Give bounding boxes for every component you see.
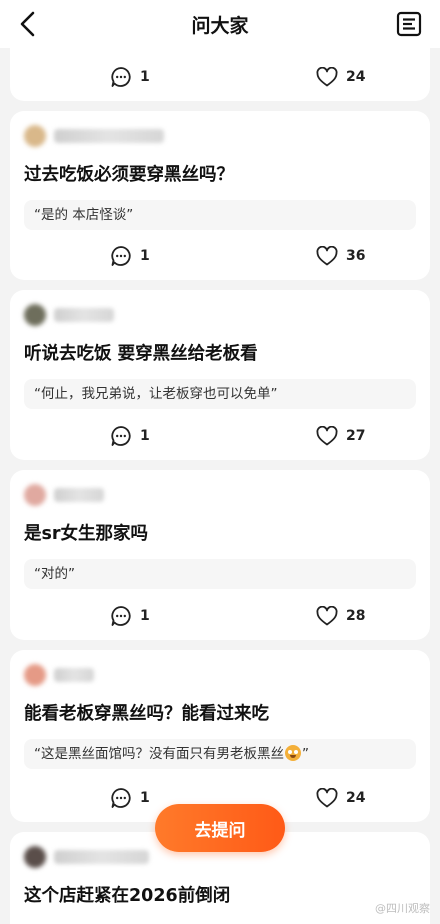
like-action[interactable]: 24 [316, 786, 365, 810]
like-count: 27 [346, 428, 366, 444]
answer-preview: “对的” [24, 559, 416, 589]
comment-count: 1 [140, 790, 150, 806]
answer-preview: “是的 本店怪谈” [24, 200, 416, 230]
watermark: @四川观察 [375, 902, 430, 915]
question-text: 过去吃饭必须要穿黑丝吗？ [24, 165, 234, 185]
heart-icon [316, 67, 338, 87]
card-actions: 1 24 [10, 65, 430, 89]
question-text: 是sr女生那家吗 [24, 524, 149, 544]
user-info [24, 123, 164, 149]
like-action[interactable]: 24 [316, 65, 365, 89]
question-feed[interactable]: 1 24 过去吃饭必须要穿黑丝吗？ “是的 本店怪谈” 1 36 听说去吃饭 要… [0, 48, 440, 924]
avatar [24, 125, 46, 147]
comment-icon [111, 788, 131, 808]
user-info [24, 482, 104, 508]
avatar [24, 664, 46, 686]
menu-button[interactable] [396, 11, 422, 37]
question-card[interactable]: 听说去吃饭 要穿黑丝给老板看 “何止，我兄弟说，让老板穿也可以免单” 1 27 [10, 290, 430, 460]
back-button[interactable] [14, 10, 42, 38]
comment-action[interactable]: 1 [110, 786, 150, 810]
username-blurred [54, 488, 104, 502]
answer-text-end: ” [302, 746, 309, 762]
comment-icon [111, 606, 131, 626]
username-blurred [54, 850, 149, 864]
top-bar: 问大家 [0, 0, 440, 48]
answer-text: “这是黑丝面馆吗？没有面只有男老板黑丝 [34, 746, 284, 762]
question-card[interactable]: 能看老板穿黑丝吗？能看过来吃 “这是黑丝面馆吗？没有面只有男老板黑丝 ” 1 24 [10, 650, 430, 822]
comment-icon [111, 67, 131, 87]
like-count: 36 [346, 248, 366, 264]
comment-action[interactable]: 1 [110, 424, 150, 448]
username-blurred [54, 129, 164, 143]
answer-preview: “何止，我兄弟说，让老板穿也可以免单” [24, 379, 416, 409]
question-card[interactable]: 1 24 [10, 48, 430, 101]
avatar [24, 846, 46, 868]
user-info [24, 844, 149, 870]
surprised-face-emoji-icon [285, 745, 301, 761]
username-blurred [54, 308, 114, 322]
card-actions: 1 36 [10, 244, 430, 268]
heart-icon [316, 246, 338, 266]
avatar [24, 304, 46, 326]
like-action[interactable]: 28 [316, 604, 365, 628]
comment-count: 1 [140, 428, 150, 444]
comment-count: 1 [140, 248, 150, 264]
comment-count: 1 [140, 608, 150, 624]
comment-action[interactable]: 1 [110, 604, 150, 628]
comment-icon [111, 246, 131, 266]
ask-question-button[interactable]: 去提问 [155, 804, 285, 852]
username-blurred [54, 668, 94, 682]
question-text: 能看老板穿黑丝吗？能看过来吃 [24, 704, 269, 724]
question-text: 这个店赶紧在2026前倒闭 [24, 886, 231, 906]
user-info [24, 302, 114, 328]
heart-icon [316, 606, 338, 626]
question-card[interactable]: 是sr女生那家吗 “对的” 1 28 [10, 470, 430, 640]
comment-icon [111, 426, 131, 446]
like-count: 28 [346, 608, 366, 624]
chevron-left-icon [20, 11, 35, 37]
like-count: 24 [346, 69, 366, 85]
document-list-icon [396, 11, 422, 37]
like-action[interactable]: 36 [316, 244, 365, 268]
heart-icon [316, 426, 338, 446]
user-info [24, 662, 94, 688]
comment-action[interactable]: 1 [110, 65, 150, 89]
answer-preview: “这是黑丝面馆吗？没有面只有男老板黑丝 ” [24, 739, 416, 769]
comment-count: 1 [140, 69, 150, 85]
card-actions: 1 27 [10, 424, 430, 448]
page-title: 问大家 [191, 14, 249, 37]
question-card[interactable]: 过去吃饭必须要穿黑丝吗？ “是的 本店怪谈” 1 36 [10, 111, 430, 280]
question-text: 听说去吃饭 要穿黑丝给老板看 [24, 344, 258, 364]
like-action[interactable]: 27 [316, 424, 365, 448]
card-actions: 1 28 [10, 604, 430, 628]
avatar [24, 484, 46, 506]
like-count: 24 [346, 790, 366, 806]
heart-icon [316, 788, 338, 808]
comment-action[interactable]: 1 [110, 244, 150, 268]
